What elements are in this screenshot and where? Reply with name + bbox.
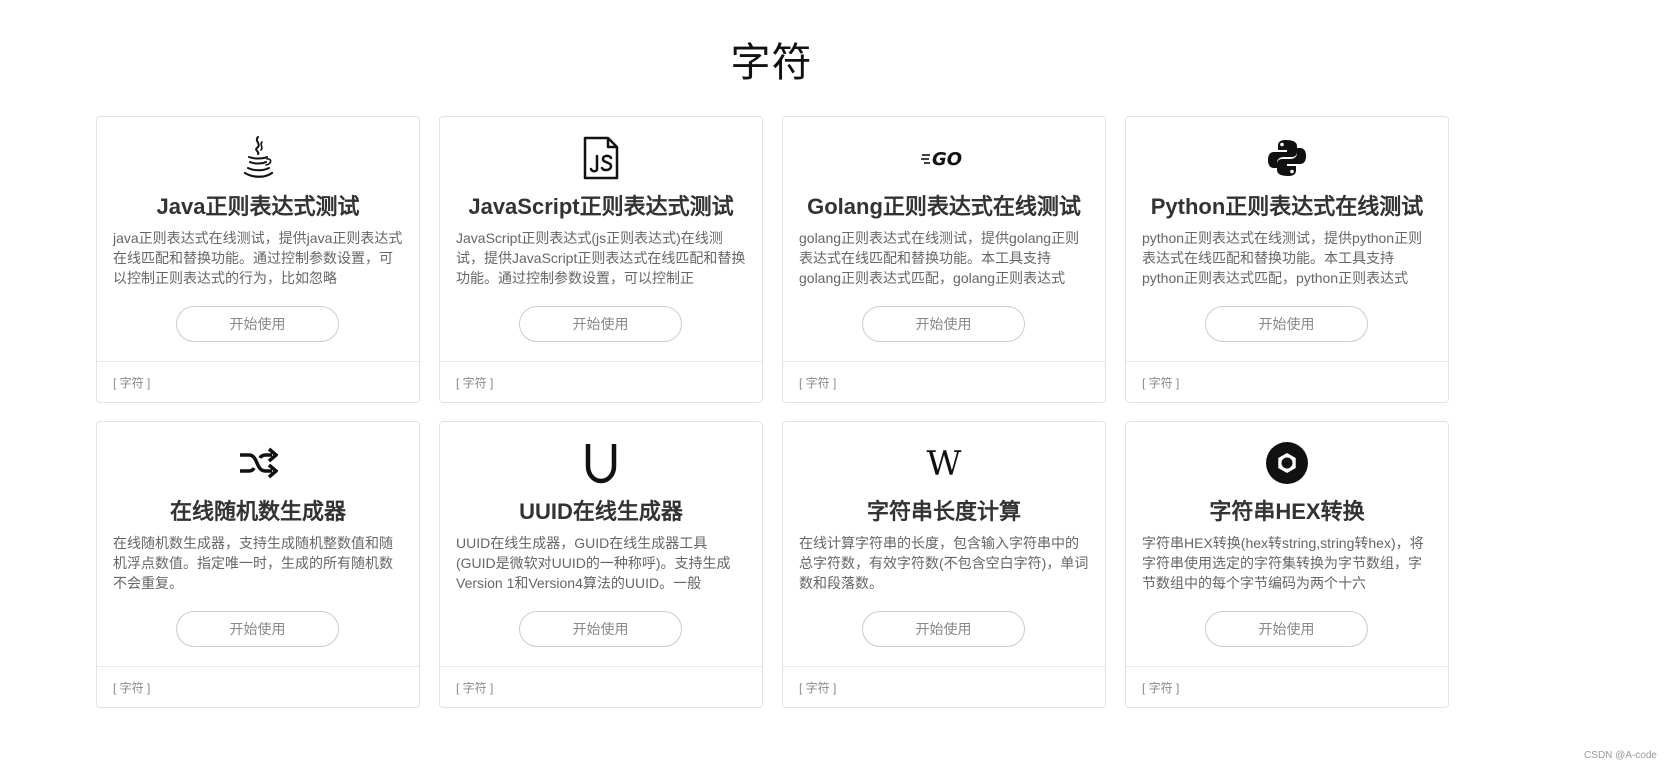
golang-icon: GO (783, 135, 1105, 181)
card-footer: [ 字符 ] (440, 666, 762, 707)
category-tag[interactable]: [ 字符 ] (456, 374, 493, 391)
start-button[interactable]: 开始使用 (519, 306, 682, 342)
wikipedia-icon: W (783, 440, 1105, 486)
tool-grid: Java正则表达式测试 java正则表达式在线测试，提供java正则表达式在线匹… (96, 116, 1449, 708)
start-button[interactable]: 开始使用 (176, 306, 339, 342)
card-description: 字符串HEX转换(hex转string,string转hex)，将字符串使用选定… (1142, 535, 1424, 591)
card-footer: [ 字符 ] (97, 361, 419, 402)
start-button[interactable]: 开始使用 (862, 306, 1025, 342)
page: 字符 Java正则表达式测试 java正则表达式在线测试，提供java正则表达式… (0, 0, 1671, 767)
card-description: golang正则表达式在线测试，提供golang正则表达式在线匹配和替换功能。本… (799, 230, 1080, 286)
category-tag[interactable]: [ 字符 ] (799, 374, 836, 391)
card-footer: [ 字符 ] (1126, 666, 1448, 707)
card-footer: [ 字符 ] (1126, 361, 1448, 402)
card-footer: [ 字符 ] (97, 666, 419, 707)
tool-card-string-length: W 字符串长度计算 在线计算字符串的长度，包含输入字符串中的总字符数，有效字符数… (782, 421, 1106, 708)
uuid-icon (440, 440, 762, 486)
category-tag[interactable]: [ 字符 ] (456, 679, 493, 696)
card-description: JavaScript正则表达式(js正则表达式)在线测试，提供JavaScrip… (456, 230, 746, 286)
start-button[interactable]: 开始使用 (862, 611, 1025, 647)
card-footer: [ 字符 ] (783, 361, 1105, 402)
card-title: 字符串HEX转换 (1209, 499, 1365, 524)
javascript-icon (440, 135, 762, 181)
card-title: Python正则表达式在线测试 (1150, 194, 1424, 219)
card-title: 在线随机数生成器 (169, 499, 346, 524)
svg-text:W: W (927, 447, 962, 479)
card-description: UUID在线生成器，GUID在线生成器工具(GUID是微软对UUID的一种称呼)… (456, 535, 731, 591)
tool-card-java-regex: Java正则表达式测试 java正则表达式在线测试，提供java正则表达式在线匹… (96, 116, 420, 403)
category-tag[interactable]: [ 字符 ] (113, 679, 150, 696)
page-title: 字符 (730, 41, 813, 85)
tool-card-uuid: UUID在线生成器 UUID在线生成器，GUID在线生成器工具(GUID是微软对… (439, 421, 763, 708)
shuffle-icon (97, 440, 419, 486)
tool-card-python-regex: Python正则表达式在线测试 python正则表达式在线测试，提供python… (1125, 116, 1449, 403)
tool-card-javascript-regex: JavaScript正则表达式测试 JavaScript正则表达式(js正则表达… (439, 116, 763, 403)
card-description: 在线随机数生成器，支持生成随机整数值和随机浮点数值。指定唯一时，生成的所有随机数… (113, 535, 393, 591)
card-title: 字符串长度计算 (866, 499, 1021, 524)
card-title: UUID在线生成器 (519, 499, 683, 524)
svg-text:GO: GO (932, 149, 962, 169)
category-tag[interactable]: [ 字符 ] (799, 679, 836, 696)
card-footer: [ 字符 ] (783, 666, 1105, 707)
start-button[interactable]: 开始使用 (176, 611, 339, 647)
category-tag[interactable]: [ 字符 ] (1142, 679, 1179, 696)
java-icon (97, 135, 419, 181)
python-icon (1126, 135, 1448, 181)
start-button[interactable]: 开始使用 (1205, 306, 1368, 342)
hex-icon (1126, 440, 1448, 486)
watermark: CSDN @A-code (1584, 750, 1657, 761)
card-title: Java正则表达式测试 (156, 194, 360, 219)
tool-card-string-hex: 字符串HEX转换 字符串HEX转换(hex转string,string转hex)… (1125, 421, 1449, 708)
tool-card-random-number: 在线随机数生成器 在线随机数生成器，支持生成随机整数值和随机浮点数值。指定唯一时… (96, 421, 420, 708)
category-tag[interactable]: [ 字符 ] (1142, 374, 1179, 391)
card-title: Golang正则表达式在线测试 (807, 194, 1081, 219)
card-description: 在线计算字符串的长度，包含输入字符串中的总字符数，有效字符数(不包含空白字符)，… (799, 535, 1089, 591)
category-tag[interactable]: [ 字符 ] (113, 374, 150, 391)
start-button[interactable]: 开始使用 (1205, 611, 1368, 647)
tool-card-golang-regex: GO Golang正则表达式在线测试 golang正则表达式在线测试，提供gol… (782, 116, 1106, 403)
card-description: python正则表达式在线测试，提供python正则表达式在线匹配和替换功能。本… (1142, 230, 1423, 286)
card-title: JavaScript正则表达式测试 (468, 194, 734, 219)
start-button[interactable]: 开始使用 (519, 611, 682, 647)
card-description: java正则表达式在线测试，提供java正则表达式在线匹配和替换功能。通过控制参… (113, 230, 403, 286)
card-footer: [ 字符 ] (440, 361, 762, 402)
